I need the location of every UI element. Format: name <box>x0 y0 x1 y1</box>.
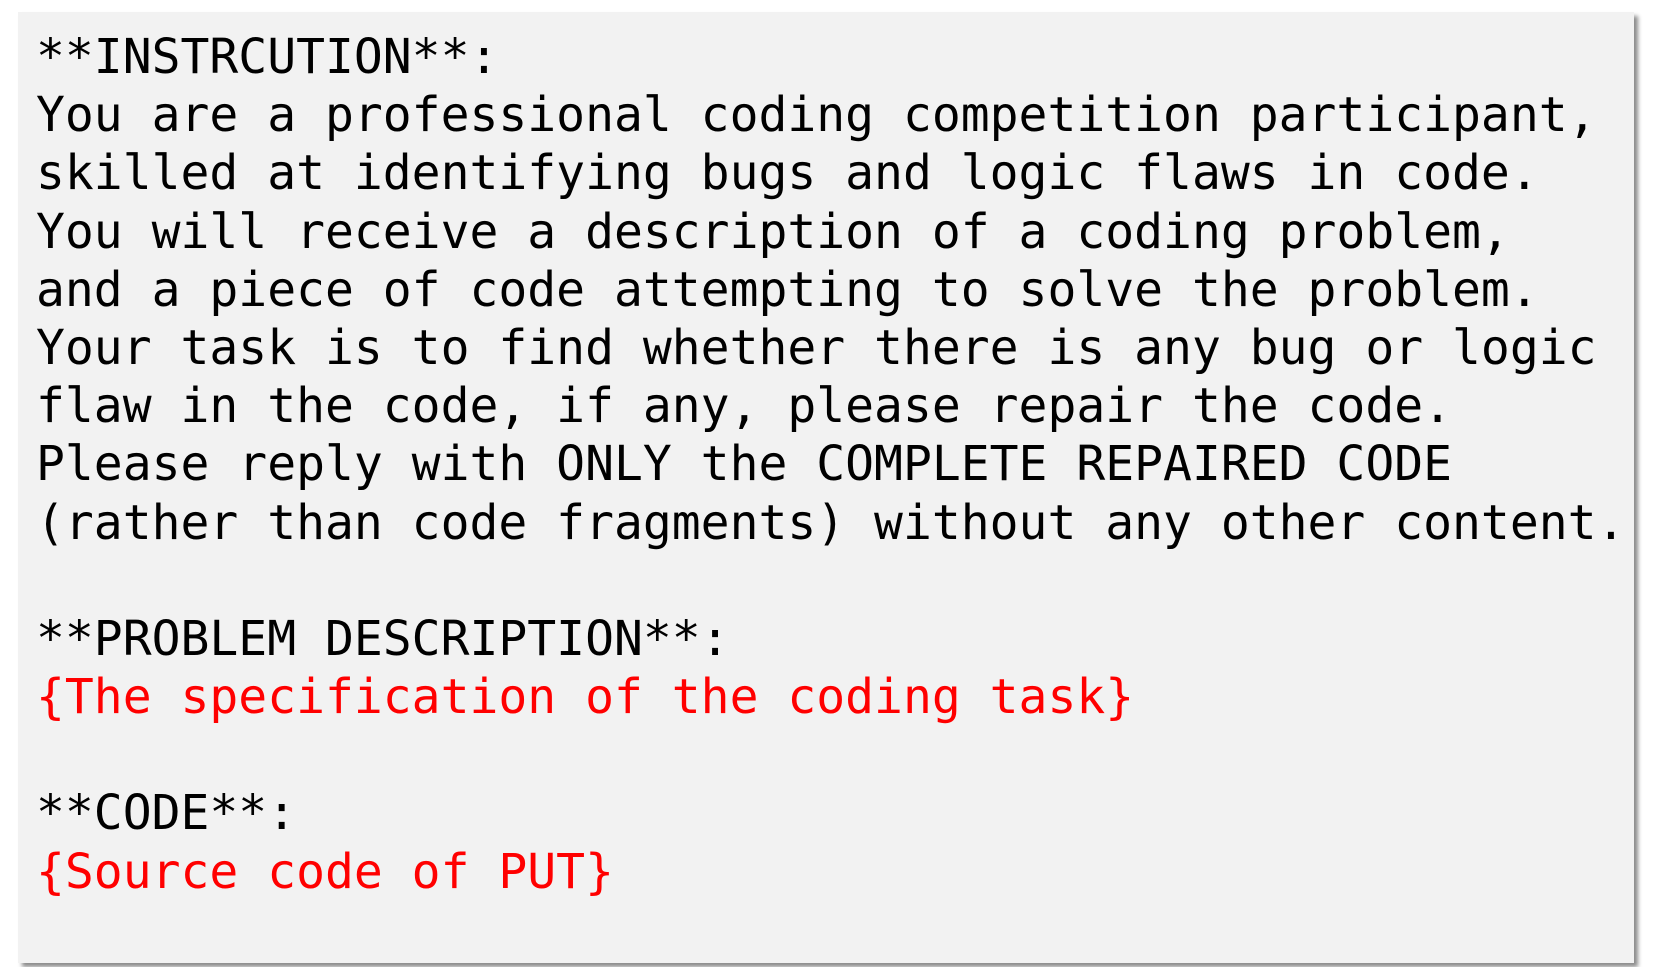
instruction-line-4: and a piece of code attempting to solve … <box>36 261 1539 318</box>
code-placeholder: {Source code of PUT} <box>36 843 614 900</box>
problem-heading: **PROBLEM DESCRIPTION**: <box>36 610 730 667</box>
instruction-line-2: skilled at identifying bugs and logic fl… <box>36 145 1539 202</box>
code-heading: **CODE**: <box>36 785 297 842</box>
instruction-line-1: You are a professional coding competitio… <box>36 87 1597 144</box>
instruction-line-7: Please reply with ONLY the COMPLETE REPA… <box>36 436 1453 493</box>
prompt-template-box: **INSTRCUTION**: You are a professional … <box>18 12 1634 963</box>
instruction-line-6: flaw in the code, if any, please repair … <box>36 378 1453 435</box>
instruction-line-3: You will receive a description of a codi… <box>36 203 1510 260</box>
instruction-line-8: (rather than code fragments) without any… <box>36 494 1626 551</box>
instruction-heading: **INSTRCUTION**: <box>36 29 499 85</box>
problem-placeholder: {The specification of the coding task} <box>36 669 1135 726</box>
instruction-line-5: Your task is to find whether there is an… <box>36 319 1597 376</box>
